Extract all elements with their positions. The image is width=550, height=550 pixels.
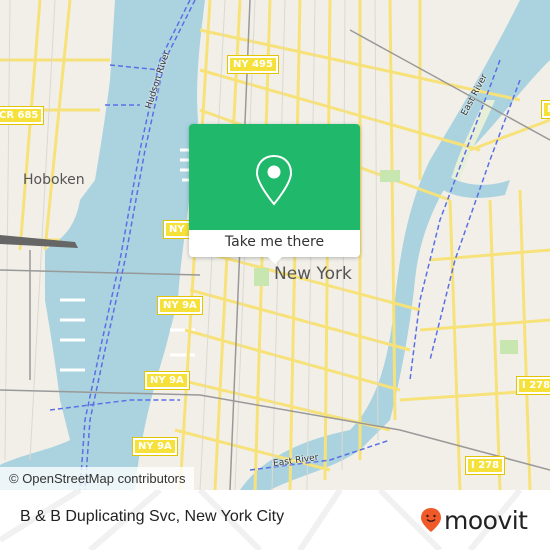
place-label-hoboken: Hoboken <box>23 172 85 188</box>
route-shield-ny9a: NY 9A <box>157 296 203 315</box>
moovit-pin-icon <box>421 508 441 532</box>
location-title: B & B Duplicating Svc, New York City <box>20 508 285 525</box>
route-shield-ny9a: NY 9A <box>132 437 178 456</box>
moovit-wordmark: moovit <box>444 505 528 535</box>
route-shield-ny495: NY 495 <box>227 55 279 74</box>
map-pin-icon <box>255 154 293 206</box>
location-popup: Take me there <box>189 124 360 264</box>
popup-header <box>189 124 360 230</box>
route-shield-i278: I 278 <box>515 376 550 395</box>
route-shield-ny: NY <box>541 100 550 119</box>
route-shield-ny9a: NY 9A <box>144 371 190 390</box>
place-label-new-york: New York <box>274 264 352 284</box>
map[interactable]: Hoboken New York Hudson River East River… <box>0 0 550 490</box>
route-shield-i278: I 278 <box>464 456 506 475</box>
popup-pointer <box>267 256 283 264</box>
moovit-logo[interactable]: moovit <box>420 507 528 533</box>
route-shield-cr685: CR 685 <box>0 106 45 125</box>
map-attribution[interactable]: © OpenStreetMap contributors <box>0 467 194 490</box>
footer: B & B Duplicating Svc, New York City moo… <box>0 490 550 550</box>
take-me-there-button[interactable]: Take me there <box>189 230 360 257</box>
